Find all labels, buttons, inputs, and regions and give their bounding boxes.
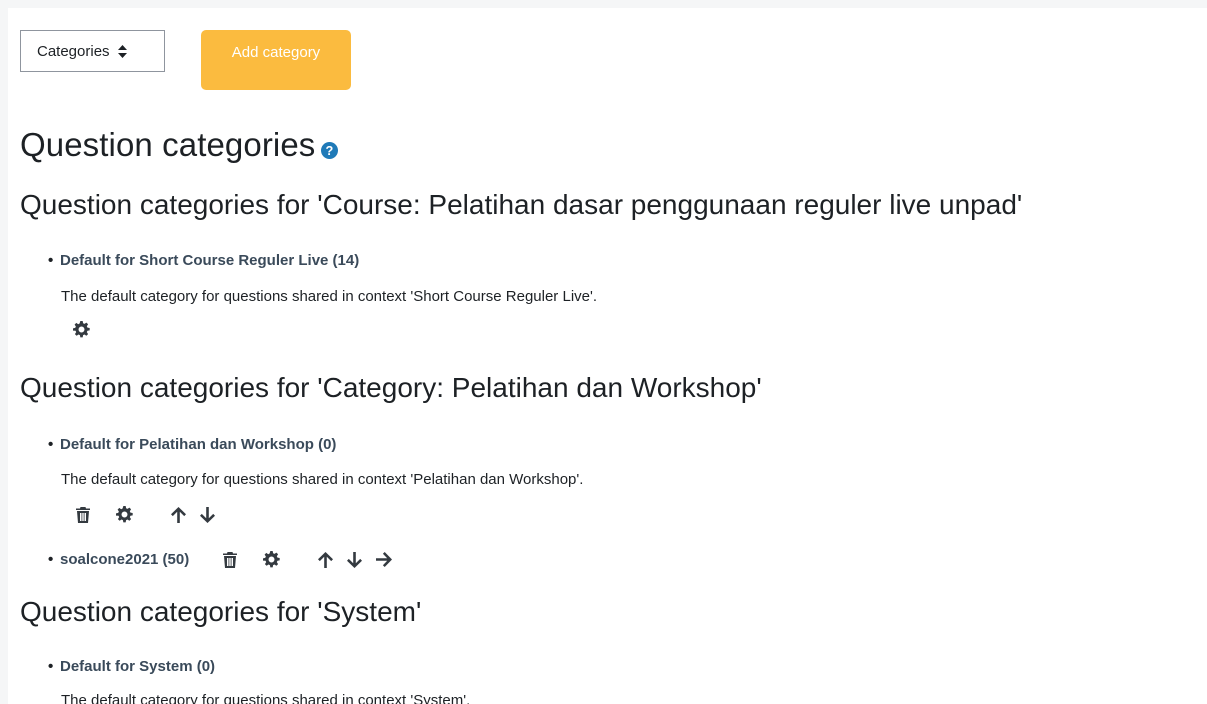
trash-icon[interactable]: [76, 506, 90, 523]
svg-text:?: ?: [326, 143, 334, 158]
arrow-right-icon[interactable]: [376, 552, 392, 567]
trash-icon[interactable]: [223, 551, 237, 568]
category-link[interactable]: Default for Short Course Reguler Live (1…: [60, 252, 359, 269]
category-description: The default category for questions share…: [61, 471, 584, 488]
category-actions: [223, 551, 392, 568]
bullet: •: [48, 658, 54, 675]
section-heading-course: Question categories for 'Course: Pelatih…: [20, 189, 1023, 220]
page: Categories Add category Question categor…: [8, 8, 1207, 704]
gear-icon[interactable]: [116, 506, 133, 523]
category-link[interactable]: soalcone2021 (50): [60, 551, 189, 568]
category-link[interactable]: Default for Pelatihan dan Workshop (0): [60, 436, 336, 453]
bullet: •: [48, 252, 54, 269]
categories-select-value: Categories: [37, 42, 110, 60]
toolbar: Categories Add category: [20, 30, 351, 90]
gear-icon[interactable]: [263, 551, 280, 568]
arrow-up-icon[interactable]: [318, 551, 333, 568]
list-item: • soalcone2021 (50): [48, 551, 189, 568]
category-link[interactable]: Default for System (0): [60, 658, 215, 675]
page-title: Question categories?: [20, 126, 339, 167]
category-actions: [73, 321, 90, 338]
gear-icon[interactable]: [73, 321, 90, 338]
category-actions: [76, 506, 215, 523]
list-item: • Default for Short Course Reguler Live …: [48, 252, 359, 269]
arrow-down-icon[interactable]: [200, 506, 215, 523]
section-heading-system: Question categories for 'System': [20, 596, 422, 627]
categories-select[interactable]: Categories: [20, 30, 165, 72]
help-icon[interactable]: ?: [321, 129, 339, 167]
arrow-up-icon[interactable]: [171, 506, 186, 523]
category-description: The default category for questions share…: [61, 288, 598, 305]
arrow-down-icon[interactable]: [347, 551, 362, 568]
bullet: •: [48, 551, 54, 568]
bullet: •: [48, 436, 54, 453]
section-heading-category: Question categories for 'Category: Pelat…: [20, 372, 762, 403]
list-item: • Default for System (0): [48, 658, 215, 675]
page-title-text: Question categories: [20, 126, 316, 163]
list-item: • Default for Pelatihan dan Workshop (0): [48, 436, 336, 453]
add-category-button[interactable]: Add category: [201, 30, 351, 90]
select-caret-icon: [117, 44, 127, 58]
category-description: The default category for questions share…: [61, 692, 471, 704]
